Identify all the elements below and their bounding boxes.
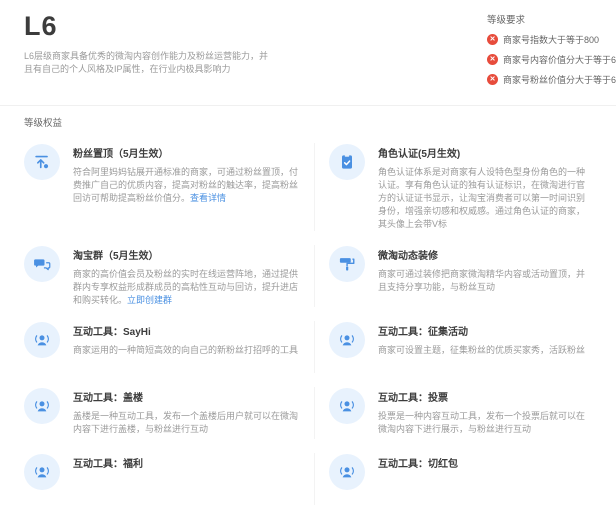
benefit-description: 商家可通过装修把商家微淘精华内容或活动置顶，并且支持分享功能，与粉丝互动	[378, 268, 592, 294]
benefit-card-floor-building: 互动工具：盖楼 盖楼是一种互动工具，发布一个盖楼后用户就可以在微淘内容下进行盖楼…	[24, 387, 302, 439]
level-description: L6层级商家具备优秀的微淘内容创作能力及粉丝运营能力，并且有自己的个人风格及IP…	[24, 50, 274, 76]
benefit-title: 粉丝置顶（5月生效）	[73, 145, 302, 160]
benefit-title: 互动工具：福利	[73, 455, 302, 470]
person-waves-icon	[329, 388, 365, 424]
requirement-label: 商家号指数大于等于800	[503, 33, 599, 46]
benefit-title: 淘宝群（5月生效）	[73, 247, 302, 262]
person-waves-icon	[24, 388, 60, 424]
benefit-title: 互动工具：SayHi	[73, 323, 302, 338]
requirement-label: 商家号内容价值分大于等于600	[503, 53, 616, 66]
benefit-desc-text: 角色认证体系是对商家有人设特色型身份角色的一种认证。享有角色认证的独有认证标识，…	[378, 167, 585, 229]
benefit-desc-text: 商家的高价值会员及粉丝的实时在线运营阵地，通过提供群内专享权益形成群成员的高粘性…	[73, 269, 298, 305]
benefit-title: 互动工具：征集活动	[378, 323, 592, 338]
benefit-desc-text: 商家可设置主题，征集粉丝的优质买家秀，活跃粉丝	[378, 345, 585, 355]
benefit-desc-text: 盖楼是一种互动工具，发布一个盖楼后用户就可以在微淘内容下进行盖楼，与粉丝进行互动	[73, 411, 298, 434]
requirement-label: 商家号粉丝价值分大于等于600	[503, 73, 616, 86]
badge-check-icon	[329, 144, 365, 180]
benefits-section: 等级权益 粉丝置顶（5月生效） 符合阿里妈妈钻展开通标准的商家，可通过粉丝置顶，…	[0, 115, 616, 505]
benefits-heading: 等级权益	[24, 115, 592, 129]
view-details-link[interactable]: 查看详情	[190, 193, 226, 203]
fail-cross-icon: ✕	[487, 34, 498, 45]
benefit-card-collection: 互动工具：征集活动 商家可设置主题，征集粉丝的优质买家秀，活跃粉丝	[314, 321, 592, 373]
benefit-card-weitao-decoration: 微淘动态装修 商家可通过装修把商家微淘精华内容或活动置顶，并且支持分享功能，与粉…	[314, 245, 592, 307]
person-waves-icon	[24, 322, 60, 358]
benefit-description: 投票是一种内容互动工具，发布一个投票后就可以在微淘内容下进行展示，与粉丝进行互动	[378, 410, 592, 436]
benefit-description: 商家运用的一种简短高效的向自己的新粉丝打招呼的工具	[73, 344, 302, 357]
benefit-desc-text: 商家可通过装修把商家微淘精华内容或活动置顶，并且支持分享功能，与粉丝互动	[378, 269, 585, 292]
chat-icon	[24, 246, 60, 282]
create-group-link[interactable]: 立即创建群	[127, 295, 172, 305]
benefit-description: 盖楼是一种互动工具，发布一个盖楼后用户就可以在微淘内容下进行盖楼，与粉丝进行互动	[73, 410, 302, 436]
benefit-description: 商家的高价值会员及粉丝的实时在线运营阵地，通过提供群内专享权益形成群成员的高粘性…	[73, 268, 302, 307]
benefit-card-taobao-group: 淘宝群（5月生效） 商家的高价值会员及粉丝的实时在线运营阵地，通过提供群内专享权…	[24, 245, 302, 307]
benefit-title: 角色认证(5月生效)	[378, 145, 592, 160]
benefit-card-red-envelope: 互动工具：切红包	[314, 453, 592, 505]
benefit-card-fans-pin: 粉丝置顶（5月生效） 符合阿里妈妈钻展开通标准的商家，可通过粉丝置顶，付费推广自…	[24, 143, 302, 231]
fail-cross-icon: ✕	[487, 74, 498, 85]
pin-top-icon	[24, 144, 60, 180]
benefit-description: 符合阿里妈妈钻展开通标准的商家，可通过粉丝置顶，付费推广自己的优质内容，提高对粉…	[73, 166, 302, 205]
requirement-item: ✕ 商家号粉丝价值分大于等于600	[487, 73, 612, 86]
requirement-item: ✕ 商家号指数大于等于800	[487, 33, 612, 46]
benefit-title: 微淘动态装修	[378, 247, 592, 262]
benefit-card-role-cert: 角色认证(5月生效) 角色认证体系是对商家有人设特色型身份角色的一种认证。享有角…	[314, 143, 592, 231]
benefit-card-welfare: 互动工具：福利	[24, 453, 302, 505]
person-waves-icon	[329, 454, 365, 490]
person-waves-icon	[24, 454, 60, 490]
person-waves-icon	[329, 322, 365, 358]
fail-cross-icon: ✕	[487, 54, 498, 65]
benefit-description: 角色认证体系是对商家有人设特色型身份角色的一种认证。享有角色认证的独有认证标识，…	[378, 166, 592, 231]
benefit-desc-text: 投票是一种内容互动工具，发布一个投票后就可以在微淘内容下进行展示，与粉丝进行互动	[378, 411, 585, 434]
benefit-title: 互动工具：投票	[378, 389, 592, 404]
benefit-title: 互动工具：盖楼	[73, 389, 302, 404]
paint-roller-icon	[329, 246, 365, 282]
benefit-card-sayhi: 互动工具：SayHi 商家运用的一种简短高效的向自己的新粉丝打招呼的工具	[24, 321, 302, 373]
requirements-panel: 等级要求 ✕ 商家号指数大于等于800 ✕ 商家号内容价值分大于等于600 ✕ …	[487, 12, 612, 86]
benefit-desc-text: 符合阿里妈妈钻展开通标准的商家，可通过粉丝置顶，付费推广自己的优质内容，提高对粉…	[73, 167, 298, 203]
requirement-item: ✕ 商家号内容价值分大于等于600	[487, 53, 612, 66]
page-header: L6 L6层级商家具备优秀的微淘内容创作能力及粉丝运营能力，并且有自己的个人风格…	[0, 0, 616, 106]
benefit-title: 互动工具：切红包	[378, 455, 592, 470]
requirements-heading: 等级要求	[487, 12, 612, 26]
benefit-description: 商家可设置主题，征集粉丝的优质买家秀，活跃粉丝	[378, 344, 592, 357]
benefits-grid: 粉丝置顶（5月生效） 符合阿里妈妈钻展开通标准的商家，可通过粉丝置顶，付费推广自…	[24, 143, 592, 505]
benefit-card-voting: 互动工具：投票 投票是一种内容互动工具，发布一个投票后就可以在微淘内容下进行展示…	[314, 387, 592, 439]
benefit-desc-text: 商家运用的一种简短高效的向自己的新粉丝打招呼的工具	[73, 345, 298, 355]
